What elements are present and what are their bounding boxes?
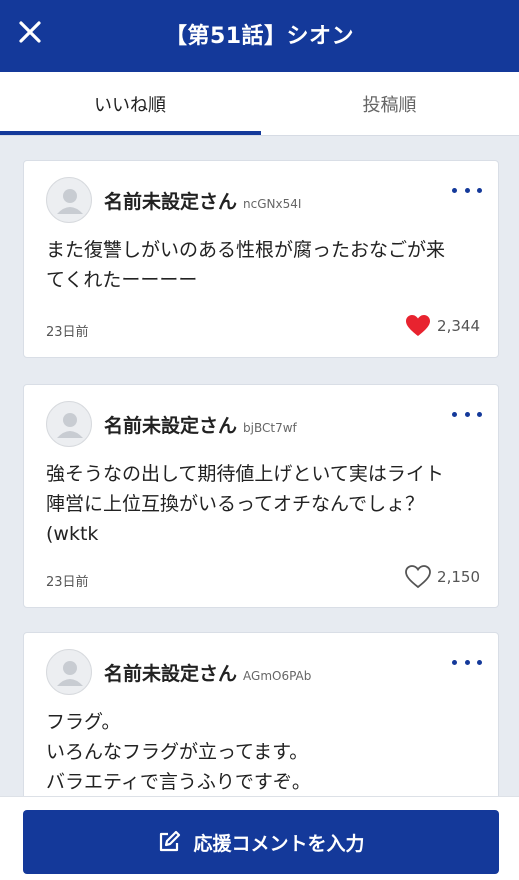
comment-body: 強そうなの出して期待値上げといて実はライト 陣営に上位互換がいるってオチなんでし… bbox=[46, 463, 444, 545]
author-name: 名前未設定さん bbox=[104, 191, 238, 213]
comment-author: 名前未設定さん AGmO6PAb bbox=[104, 659, 311, 686]
more-dot-icon bbox=[477, 187, 482, 193]
user-icon bbox=[57, 413, 83, 438]
tab-likes-order[interactable]: いいね順 bbox=[0, 72, 260, 136]
author-id: AGmO6PAb bbox=[243, 669, 312, 683]
more-menu-button[interactable] bbox=[452, 405, 482, 423]
comment-card: 名前未設定さん bjBCt7wf 強そうなの出して期待値上げといて実はライト 陣営… bbox=[23, 384, 499, 608]
more-menu-button[interactable] bbox=[452, 653, 482, 671]
comment-card: 名前未設定さん ncGNx54I また復讐しがいのある性根が腐ったおなごが来 てく… bbox=[23, 160, 499, 358]
more-dot-icon bbox=[464, 187, 470, 193]
more-dot-icon bbox=[477, 411, 482, 417]
write-comment-label: 応援コメントを入力 bbox=[193, 832, 365, 855]
more-dot-icon bbox=[452, 659, 457, 665]
comment-time: 23日前 bbox=[46, 575, 89, 590]
comment-body: また復讐しがいのある性根が腐ったおなごが来 てくれたーーーー bbox=[46, 239, 446, 291]
more-menu-button[interactable] bbox=[452, 181, 482, 199]
more-dot-icon bbox=[477, 659, 482, 665]
author-name: 名前未設定さん bbox=[104, 663, 238, 685]
app-header: 【第51話】シオン bbox=[0, 0, 519, 72]
sort-tabs: いいね順 投稿順 bbox=[0, 72, 519, 136]
avatar bbox=[46, 401, 92, 447]
user-icon bbox=[57, 661, 83, 686]
author-id: ncGNx54I bbox=[243, 197, 302, 211]
like-count: 2,344 bbox=[437, 317, 480, 335]
heart-outline-icon bbox=[405, 565, 431, 589]
comment-card: 名前未設定さん AGmO6PAb フラグ。 いろんなフラグが立ってます。 バラエテ… bbox=[23, 632, 499, 796]
avatar bbox=[46, 177, 92, 223]
comment-time: 23日前 bbox=[46, 325, 89, 340]
comment-author: 名前未設定さん ncGNx54I bbox=[104, 187, 301, 214]
more-dot-icon bbox=[452, 187, 457, 193]
write-comment-button[interactable]: 応援コメントを入力 bbox=[23, 810, 499, 874]
author-name: 名前未設定さん bbox=[104, 415, 238, 437]
heart-filled-icon bbox=[406, 315, 431, 336]
comment-author: 名前未設定さん bjBCt7wf bbox=[104, 411, 297, 438]
avatar bbox=[46, 649, 92, 695]
more-dot-icon bbox=[464, 411, 470, 417]
more-dot-icon bbox=[452, 411, 457, 417]
comment-body: フラグ。 いろんなフラグが立ってます。 バラエティで言うふりですぞ。 bbox=[46, 711, 311, 793]
comment-list[interactable]: 名前未設定さん ncGNx54I また復讐しがいのある性根が腐ったおなごが来 てく… bbox=[0, 136, 519, 796]
user-icon bbox=[57, 189, 83, 214]
like-button[interactable]: 2,344 bbox=[405, 314, 480, 338]
more-dot-icon bbox=[464, 659, 470, 665]
author-id: bjBCt7wf bbox=[243, 421, 297, 435]
edit-icon bbox=[160, 830, 181, 852]
active-tab-indicator bbox=[0, 131, 261, 135]
like-button[interactable]: 2,150 bbox=[405, 565, 480, 589]
footer-bar: 応援コメントを入力 bbox=[0, 796, 519, 880]
page-title: 【第51話】シオン bbox=[164, 24, 355, 49]
like-count: 2,150 bbox=[437, 568, 480, 586]
tab-post-order[interactable]: 投稿順 bbox=[260, 72, 519, 136]
